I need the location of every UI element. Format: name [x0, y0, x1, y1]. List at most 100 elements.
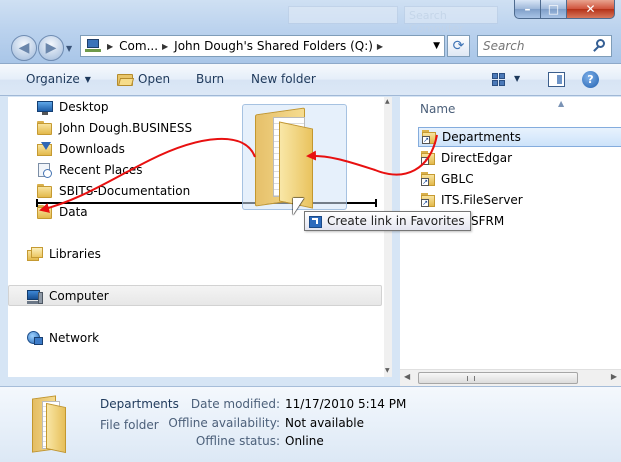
- view-options-dropdown[interactable]: ▼: [514, 74, 520, 83]
- preview-pane-icon[interactable]: [548, 72, 565, 87]
- file-name: DirectEdgar: [441, 151, 513, 165]
- breadcrumb-separator-icon[interactable]: ▶: [162, 42, 168, 51]
- nav-scrollbar[interactable]: [384, 97, 392, 377]
- libraries-icon: [27, 246, 43, 262]
- background-window-search: Search Computer: [404, 6, 498, 35]
- folder-icon: [37, 120, 53, 136]
- forward-button[interactable]: ▶: [38, 35, 64, 61]
- search-input[interactable]: [478, 39, 588, 53]
- address-dropdown-icon[interactable]: ▼: [433, 41, 440, 51]
- column-header-name[interactable]: Name ▲: [420, 99, 564, 116]
- back-button[interactable]: ◀: [11, 35, 37, 61]
- breadcrumb-separator-icon[interactable]: ▶: [107, 42, 113, 51]
- details-pane: Departments File folder Date modified: 1…: [0, 386, 621, 462]
- burn-label: Burn: [196, 72, 225, 86]
- drag-preview: [242, 104, 347, 210]
- open-folder-icon: [117, 73, 135, 86]
- file-row-its-fileserver[interactable]: ↗ ITS.FileServer: [418, 190, 621, 210]
- scroll-right-icon[interactable]: ▶: [611, 372, 617, 381]
- new-folder-label: New folder: [251, 72, 316, 86]
- background-window-field: [288, 6, 398, 24]
- breadcrumb-computer[interactable]: Com...: [119, 39, 158, 53]
- folder-shortcut-icon: ↗: [422, 129, 437, 145]
- date-modified-value: 11/17/2010 5:14 PM: [285, 397, 407, 411]
- downloads-icon: [37, 141, 53, 157]
- file-name: ITS.FileServer: [441, 193, 523, 207]
- change-view-icon[interactable]: [492, 73, 506, 86]
- scrollbar-thumb[interactable]: [418, 372, 578, 384]
- minimize-button[interactable]: –: [514, 0, 541, 19]
- folder-icon: [37, 183, 53, 199]
- folder-shortcut-icon: ↗: [421, 150, 436, 166]
- close-button[interactable]: ✕: [567, 0, 615, 19]
- nav-item-label: Desktop: [59, 100, 109, 114]
- file-name: Departments: [442, 130, 521, 144]
- scroll-up-icon[interactable]: ▲: [385, 98, 390, 105]
- file-list: Name ▲ ↗ Departments ↗ DirectEdgar ↗ GBL…: [400, 97, 621, 377]
- nav-item-recent-places[interactable]: Recent Places: [37, 161, 142, 179]
- computer-icon: [85, 39, 103, 53]
- column-header-label: Name: [420, 102, 456, 116]
- nav-item-desktop[interactable]: Desktop: [37, 98, 109, 116]
- refresh-icon: ⟳: [452, 38, 465, 54]
- offline-availability-value: Not available: [285, 416, 365, 430]
- recent-places-icon: [37, 162, 53, 178]
- forward-arrow-icon: ▶: [45, 40, 57, 56]
- new-folder-button[interactable]: New folder: [251, 72, 316, 86]
- window-controls: – □ ✕: [514, 0, 615, 19]
- open-label: Open: [138, 72, 171, 86]
- file-list-scrollbar[interactable]: ◀ ▶: [400, 369, 621, 386]
- open-button[interactable]: Open: [117, 72, 170, 86]
- refresh-button[interactable]: ⟳: [447, 35, 470, 57]
- search-icon[interactable]: [593, 39, 607, 53]
- nav-item-downloads[interactable]: Downloads: [37, 140, 125, 158]
- scroll-left-icon[interactable]: ◀: [404, 372, 410, 381]
- nav-item-network[interactable]: Network: [27, 329, 99, 347]
- breadcrumb-separator-icon[interactable]: ▶: [377, 42, 383, 51]
- nav-item-label: Data: [59, 205, 88, 219]
- nav-item-label: John Dough.BUSINESS: [59, 121, 193, 135]
- sort-ascending-icon: ▲: [558, 99, 565, 108]
- file-row-gblc[interactable]: ↗ GBLC: [418, 169, 621, 189]
- offline-status-value: Online: [285, 434, 324, 448]
- tooltip-text: Create link in Favorites: [327, 214, 465, 228]
- computer-icon: [27, 289, 43, 304]
- nav-item-label: SBITS-Documentation: [59, 184, 191, 198]
- desktop-icon: [37, 100, 53, 115]
- command-bar: Organize ▼ Open Burn New folder ▼ ?: [0, 64, 621, 96]
- file-row-departments[interactable]: ↗ Departments: [418, 127, 621, 147]
- file-name: GBLC: [441, 172, 474, 186]
- large-folder-icon: [32, 395, 70, 454]
- recent-pages-dropdown[interactable]: ▼: [66, 44, 76, 54]
- nav-item-label: Recent Places: [59, 163, 143, 177]
- folder-shortcut-icon: ↗: [421, 171, 436, 187]
- nav-item-label: Downloads: [59, 142, 125, 156]
- maximize-button[interactable]: □: [541, 0, 567, 19]
- nav-item-data[interactable]: Data: [37, 203, 88, 221]
- pane-splitter[interactable]: [392, 97, 400, 377]
- nav-item-libraries[interactable]: Libraries: [27, 245, 101, 263]
- help-icon[interactable]: ?: [582, 71, 599, 88]
- nav-item-label: Network: [49, 331, 100, 345]
- link-arrow-icon: [309, 215, 322, 228]
- mouse-cursor-icon: [293, 198, 304, 215]
- address-bar[interactable]: ▶ Com... ▶ John Dough's Shared Folders (…: [80, 35, 445, 57]
- offline-availability-label: Offline availability:: [168, 416, 280, 430]
- scroll-down-icon[interactable]: ▼: [385, 367, 390, 374]
- nav-item-john-dough-business[interactable]: John Dough.BUSINESS: [37, 119, 192, 137]
- folder-shortcut-icon: ↗: [421, 192, 436, 208]
- nav-item-label: Computer: [49, 289, 109, 303]
- organize-label: Organize: [26, 72, 80, 86]
- organize-button[interactable]: Organize ▼: [26, 72, 91, 86]
- nav-item-computer[interactable]: Computer: [27, 287, 109, 305]
- folder-icon: [37, 204, 53, 220]
- file-row-directedgar[interactable]: ↗ DirectEdgar: [418, 148, 621, 168]
- offline-status-label: Offline status:: [195, 434, 280, 448]
- burn-button[interactable]: Burn: [196, 72, 224, 86]
- chevron-down-icon: ▼: [84, 74, 91, 84]
- breadcrumb-shared-folders[interactable]: John Dough's Shared Folders (Q:): [174, 39, 373, 53]
- search-box[interactable]: [477, 35, 612, 57]
- nav-item-sbits-documentation[interactable]: SBITS-Documentation: [37, 182, 190, 200]
- nav-item-label: Libraries: [49, 247, 101, 261]
- drag-tooltip: Create link in Favorites: [304, 211, 471, 231]
